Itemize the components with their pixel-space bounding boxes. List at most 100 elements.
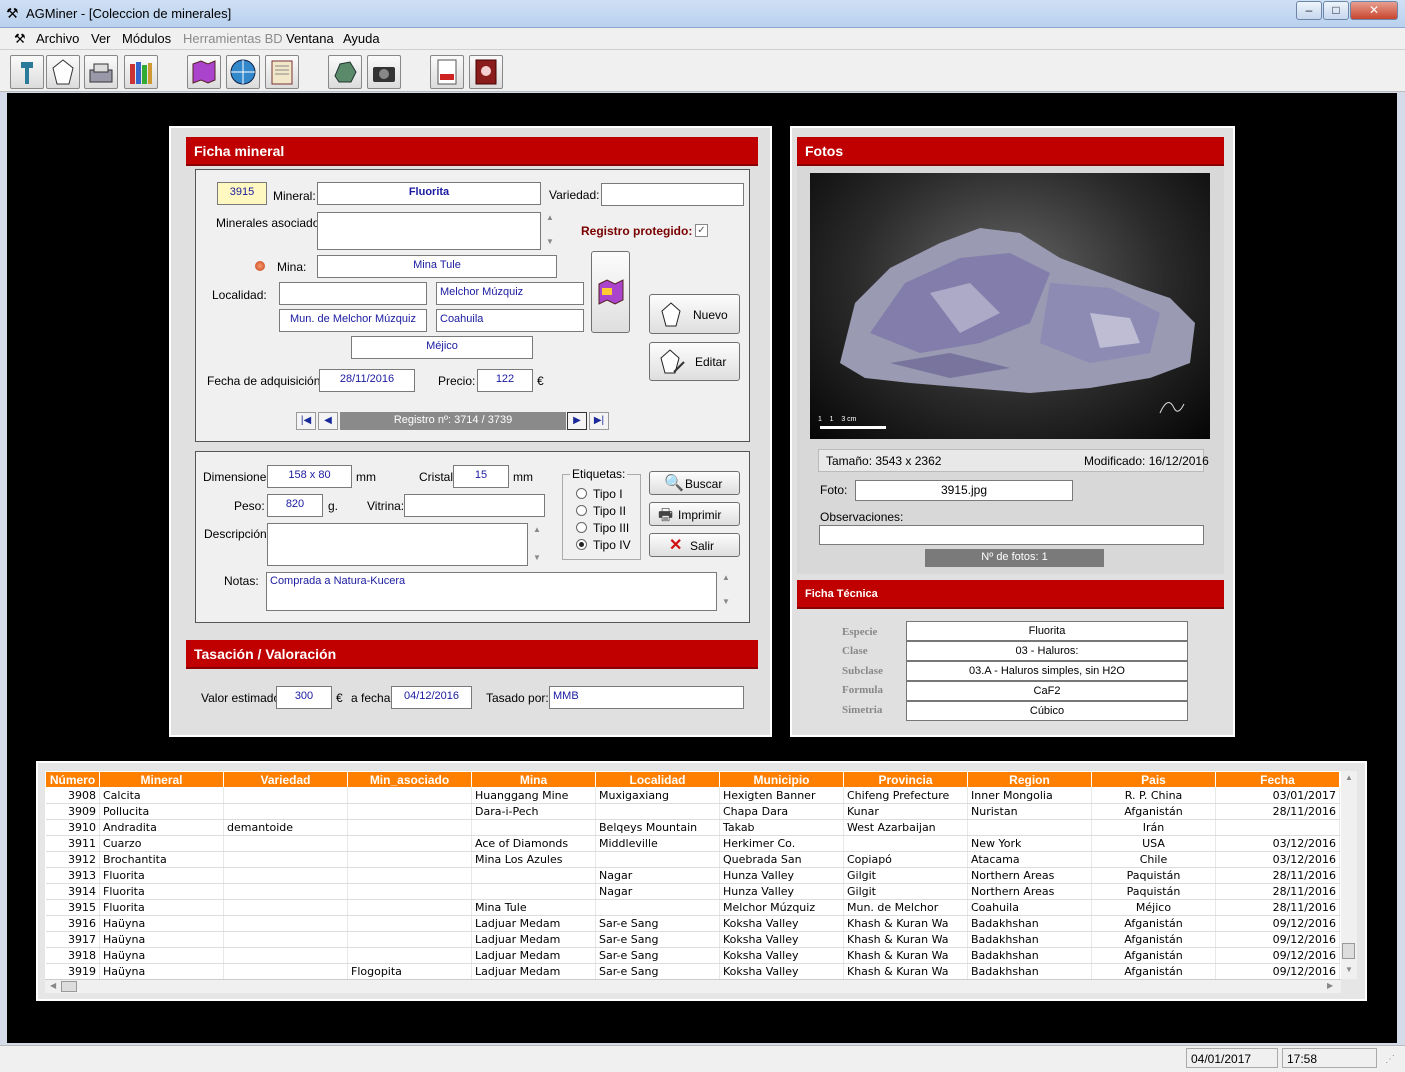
table-row[interactable]: 3915 Fluorita Mina Tule Melchor Múzquiz Mun.… <box>45 899 1340 916</box>
menu-ventana[interactable]: Ventana <box>286 31 334 46</box>
column-header[interactable]: Mineral <box>99 771 224 788</box>
cristal-field[interactable]: 15 <box>453 465 509 488</box>
grid-scroll-down-icon[interactable]: ▼ <box>1341 963 1357 977</box>
table-row[interactable]: 3916 Haüyna Ladjuar Medam Sar-e Sang Koksha … <box>45 915 1340 932</box>
menu-ayuda[interactable]: Ayuda <box>343 31 380 46</box>
column-header[interactable]: Variedad <box>223 771 348 788</box>
valor-estimado-field[interactable]: 300 <box>276 686 332 709</box>
peso-field[interactable]: 820 <box>267 494 323 517</box>
notas-field[interactable]: Comprada a Natura-Kucera <box>266 572 717 611</box>
minimize-button[interactable]: – <box>1296 1 1322 20</box>
scanner-tool-button[interactable] <box>84 55 118 89</box>
rock-tool-button[interactable] <box>328 55 362 89</box>
tipo-i-radio[interactable] <box>576 488 587 499</box>
last-record-button[interactable]: ▶| <box>589 412 609 430</box>
mineral-field[interactable]: Fluorita <box>317 182 541 205</box>
table-row[interactable]: 3913 Fluorita Nagar Hunza Valley Gilgit North… <box>45 867 1340 884</box>
descripcion-scrollbar[interactable]: ▲ ▼ <box>529 523 545 566</box>
asociados-field[interactable] <box>317 212 541 250</box>
records-grid[interactable]: Número Mineral Variedad Min_asociado Mina Loc… <box>45 771 1341 979</box>
map-tool-button[interactable] <box>187 55 221 89</box>
grid-vertical-scrollbar[interactable]: ▲ ▼ <box>1341 771 1357 979</box>
numero-field[interactable]: 3915 <box>217 182 267 205</box>
mina-field[interactable]: Mina Tule <box>317 255 557 278</box>
table-row[interactable]: 3908 Calcita Huanggang Mine Muxigaxiang Hexi… <box>45 787 1340 804</box>
pais-field[interactable]: Méjico <box>351 336 533 359</box>
close-button[interactable]: ✕ <box>1350 1 1398 20</box>
book-tool-button[interactable] <box>265 55 299 89</box>
column-header[interactable]: Municipio <box>719 771 844 788</box>
table-row[interactable]: 3909 Pollucita Dara-i-Pech Chapa Dara Kunar N… <box>45 803 1340 820</box>
buscar-button[interactable]: 🔍 Buscar <box>649 471 740 495</box>
column-header[interactable]: Provincia <box>843 771 968 788</box>
first-record-button[interactable]: |◀ <box>296 412 316 430</box>
column-header[interactable]: Pais <box>1091 771 1216 788</box>
formula-value: CaF2 <box>906 681 1188 701</box>
camera-tool-button[interactable] <box>367 55 401 89</box>
tipo-ii-radio[interactable] <box>576 505 587 516</box>
tipo-iii-radio[interactable] <box>576 522 587 533</box>
grid-horizontal-scrollbar[interactable]: ◀ ▶ <box>45 979 1341 993</box>
vitrina-field[interactable] <box>404 494 545 517</box>
precio-field[interactable]: 122 <box>477 369 533 392</box>
variedad-field[interactable] <box>601 183 744 206</box>
asociados-scrollbar[interactable]: ▲ ▼ <box>542 212 558 250</box>
table-row[interactable]: 3910 Andradita demantoide Belqeys Mountain T… <box>45 819 1340 836</box>
provincia-field[interactable]: Coahuila <box>436 309 584 332</box>
table-row[interactable]: 3914 Fluorita Nagar Hunza Valley Gilgit North… <box>45 883 1340 900</box>
resize-grip-icon[interactable]: ⋰ <box>1385 1054 1395 1065</box>
globe-tool-button[interactable] <box>226 55 260 89</box>
column-header[interactable]: Region <box>967 771 1092 788</box>
menu-archivo[interactable]: Archivo <box>36 31 79 46</box>
table-cell: Middleville <box>595 835 720 852</box>
table-row[interactable]: 3918 Haüyna Ladjuar Medam Sar-e Sang Koksha … <box>45 947 1340 964</box>
grid-vscroll-thumb[interactable] <box>1342 943 1355 959</box>
mineral-tool-button[interactable] <box>10 55 44 89</box>
table-cell: Nagar <box>595 883 720 900</box>
contacts-tool-button[interactable] <box>469 55 503 89</box>
mineral-photo[interactable]: 1 1 3 cm <box>810 173 1210 439</box>
municipio-field[interactable]: Mun. de Melchor Múzquiz <box>279 309 427 332</box>
tasado-por-field[interactable]: MMB <box>549 686 744 709</box>
descripcion-field[interactable] <box>267 523 528 566</box>
column-header[interactable]: Localidad <box>595 771 720 788</box>
protegido-checkbox[interactable]: ✓ <box>695 224 708 237</box>
column-header[interactable]: Min_asociado <box>347 771 472 788</box>
pdf-tool-button[interactable] <box>430 55 464 89</box>
next-record-button[interactable]: ▶ <box>567 412 587 430</box>
table-row[interactable]: 3912 Brochantita Mina Los Azules Quebrada S… <box>45 851 1340 868</box>
column-header[interactable]: Número <box>45 771 100 788</box>
books-tool-button[interactable] <box>124 55 158 89</box>
notas-scrollbar[interactable]: ▲ ▼ <box>718 572 734 611</box>
crystal-tool-button[interactable] <box>46 55 80 89</box>
imprimir-button[interactable]: 🖶 Imprimir <box>649 502 740 526</box>
foto-field[interactable]: 3915.jpg <box>855 480 1073 501</box>
dimensiones-field[interactable]: 158 x 80 <box>267 465 352 488</box>
table-row[interactable]: 3917 Haüyna Ladjuar Medam Sar-e Sang Koksha … <box>45 931 1340 948</box>
tasacion-fecha-field[interactable]: 04/12/2016 <box>391 686 472 709</box>
fluorite-photo-icon <box>820 228 1195 429</box>
table-row[interactable]: 3919 Haüyna Flogopita Ladjuar Medam Sar-e Sa… <box>45 963 1340 979</box>
salir-button[interactable]: ✕ Salir <box>649 533 740 557</box>
table-cell: Dara-i-Pech <box>471 803 596 820</box>
grid-hscroll-thumb[interactable] <box>61 981 77 992</box>
grid-scroll-right-icon[interactable]: ▶ <box>1327 981 1333 990</box>
localidad2-field[interactable]: Melchor Múzquiz <box>436 282 584 305</box>
observaciones-field[interactable] <box>819 525 1204 545</box>
table-cell: Badakhshan <box>967 963 1092 979</box>
vitrina-label: Vitrina: <box>367 499 405 513</box>
table-row[interactable]: 3911 Cuarzo Ace of Diamonds Middleville Herk… <box>45 835 1340 852</box>
map-locate-button[interactable] <box>591 251 630 333</box>
prev-record-button[interactable]: ◀ <box>318 412 338 430</box>
editar-button[interactable]: Editar <box>649 342 740 381</box>
grid-scroll-left-icon[interactable]: ◀ <box>50 981 56 990</box>
column-header[interactable]: Mina <box>471 771 596 788</box>
fecha-adquisicion-field[interactable]: 28/11/2016 <box>319 369 415 392</box>
menu-ver[interactable]: Ver <box>91 31 111 46</box>
localidad-field[interactable] <box>279 282 427 305</box>
nuevo-button[interactable]: Nuevo <box>649 294 740 334</box>
tipo-iv-radio[interactable] <box>576 539 587 550</box>
menu-modulos[interactable]: Módulos <box>122 31 171 46</box>
column-header[interactable]: Fecha <box>1215 771 1340 788</box>
maximize-button[interactable]: □ <box>1323 1 1349 20</box>
